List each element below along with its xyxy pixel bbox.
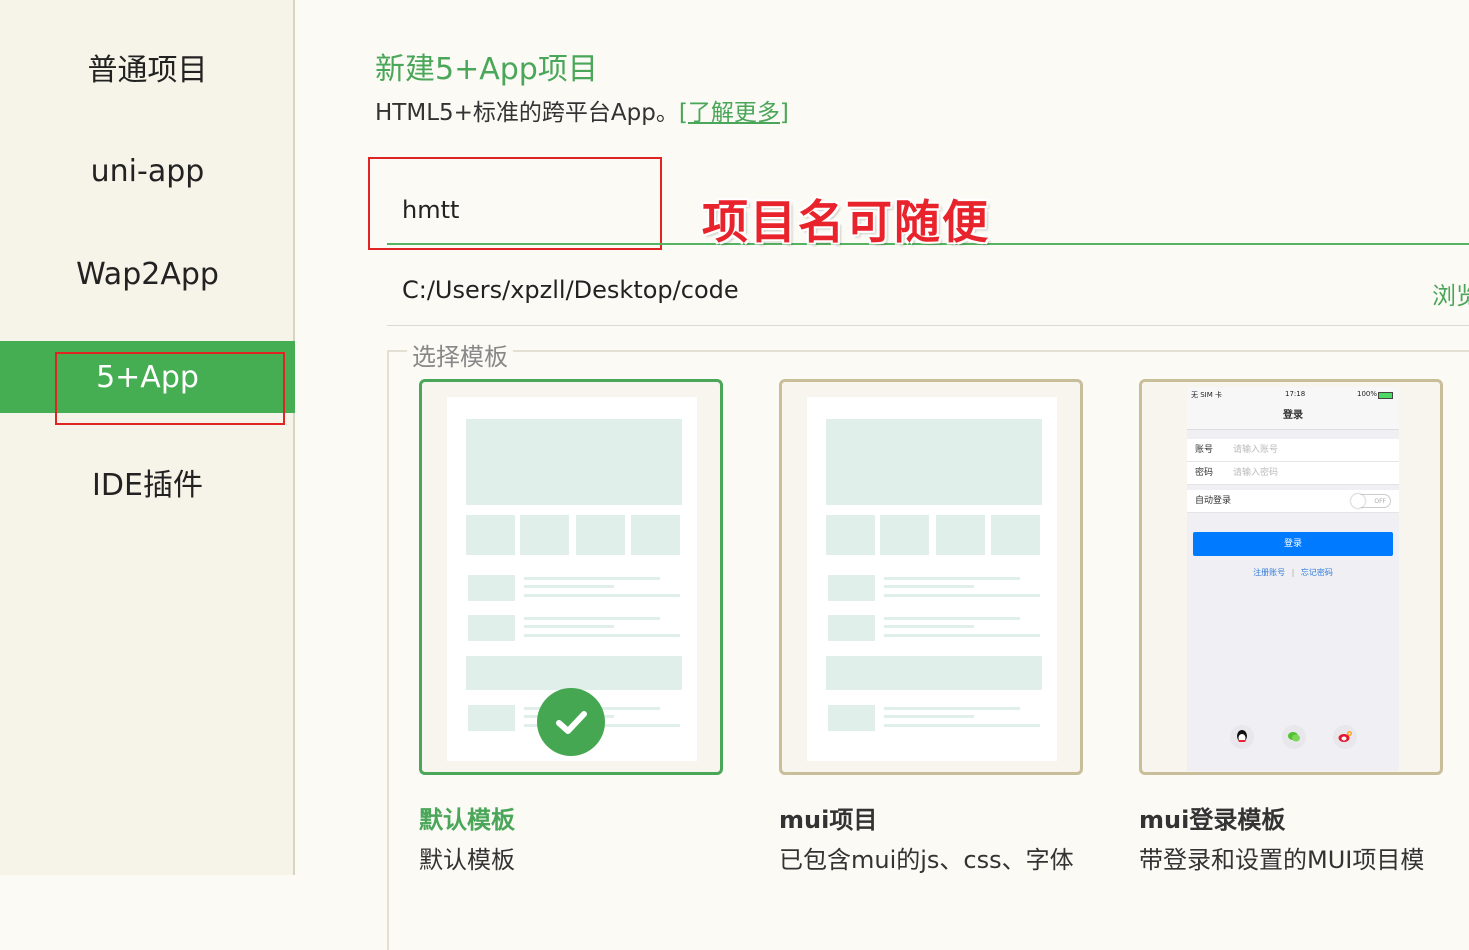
links-separator: | bbox=[1291, 568, 1295, 577]
qq-icon bbox=[1230, 725, 1254, 749]
password-placeholder: 请输入密码 bbox=[1233, 468, 1279, 478]
toggle-text: OFF bbox=[1374, 498, 1386, 505]
project-path-field[interactable]: C:/Users/xpzll/Desktop/code bbox=[402, 276, 739, 304]
template-thumbnail bbox=[807, 397, 1057, 761]
battery-icon bbox=[1378, 392, 1393, 399]
page-subtitle: HTML5+标准的跨平台App。[了解更多] bbox=[375, 93, 789, 127]
sidebar-item-ide-plugin[interactable]: IDE插件 bbox=[0, 446, 295, 518]
highlight-box-name-input bbox=[368, 157, 662, 250]
learn-more-link[interactable]: [了解更多] bbox=[679, 100, 789, 126]
phone-auto-login-row: 自动登录 OFF bbox=[1187, 490, 1399, 513]
wechat-icon bbox=[1282, 725, 1306, 749]
page-title: 新建5+App项目 bbox=[375, 52, 598, 87]
template-desc-default: 默认模板 bbox=[419, 846, 515, 874]
template-card-mui-login[interactable]: 无 SIM 卡 17:18 100% 登录 账号 请输入账号 密码 请输入密码 … bbox=[1139, 379, 1443, 775]
phone-links: 注册账号 | 忘记密码 bbox=[1187, 567, 1399, 578]
weibo-icon bbox=[1333, 725, 1357, 749]
template-desc-mui: 已包含mui的js、css、字体 bbox=[779, 846, 1074, 874]
main-panel: 新建5+App项目 HTML5+标准的跨平台App。[了解更多] 项目名可随便 … bbox=[295, 0, 1469, 950]
template-title-mui: mui项目 bbox=[779, 806, 878, 834]
phone-login-button: 登录 bbox=[1193, 532, 1393, 556]
highlight-box-active-item bbox=[55, 352, 285, 425]
check-icon bbox=[537, 688, 605, 756]
subtitle-text: HTML5+标准的跨平台App。 bbox=[375, 100, 679, 126]
phone-password-row: 密码 请输入密码 bbox=[1187, 462, 1399, 485]
sidebar-item-wap2app[interactable]: Wap2App bbox=[0, 238, 295, 310]
status-carrier: 无 SIM 卡 bbox=[1191, 391, 1222, 399]
sidebar-item-uni-app[interactable]: uni-app bbox=[0, 135, 295, 207]
sidebar-item-normal-project[interactable]: 普通项目 bbox=[0, 31, 295, 103]
template-desc-mui-login: 带登录和设置的MUI项目模 bbox=[1139, 846, 1425, 874]
phone-preview: 无 SIM 卡 17:18 100% 登录 账号 请输入账号 密码 请输入密码 … bbox=[1187, 387, 1399, 771]
template-legend: 选择模板 bbox=[407, 337, 513, 372]
register-link: 注册账号 bbox=[1253, 568, 1286, 577]
sidebar: 普通项目 uni-app Wap2App 5+App IDE插件 bbox=[0, 0, 295, 875]
toggle-switch: OFF bbox=[1351, 494, 1391, 508]
phone-status-bar: 无 SIM 卡 17:18 100% bbox=[1187, 387, 1399, 403]
password-label: 密码 bbox=[1195, 468, 1214, 478]
annotation-text: 项目名可随便 bbox=[702, 195, 990, 249]
auto-login-label: 自动登录 bbox=[1195, 496, 1232, 506]
template-card-default[interactable] bbox=[419, 379, 723, 775]
forgot-link: 忘记密码 bbox=[1300, 568, 1333, 577]
account-label: 账号 bbox=[1195, 445, 1214, 455]
template-card-mui[interactable] bbox=[779, 379, 1083, 775]
phone-account-row: 账号 请输入账号 bbox=[1187, 439, 1399, 462]
divider bbox=[387, 325, 1469, 326]
status-time: 17:18 bbox=[1285, 390, 1306, 398]
template-title-mui-login: mui登录模板 bbox=[1139, 806, 1286, 834]
status-battery: 100% bbox=[1356, 390, 1377, 398]
template-title-default: 默认模板 bbox=[419, 806, 515, 834]
phone-nav-title: 登录 bbox=[1187, 403, 1399, 430]
browse-button[interactable]: 浏览 bbox=[1432, 276, 1469, 311]
account-placeholder: 请输入账号 bbox=[1233, 445, 1279, 455]
